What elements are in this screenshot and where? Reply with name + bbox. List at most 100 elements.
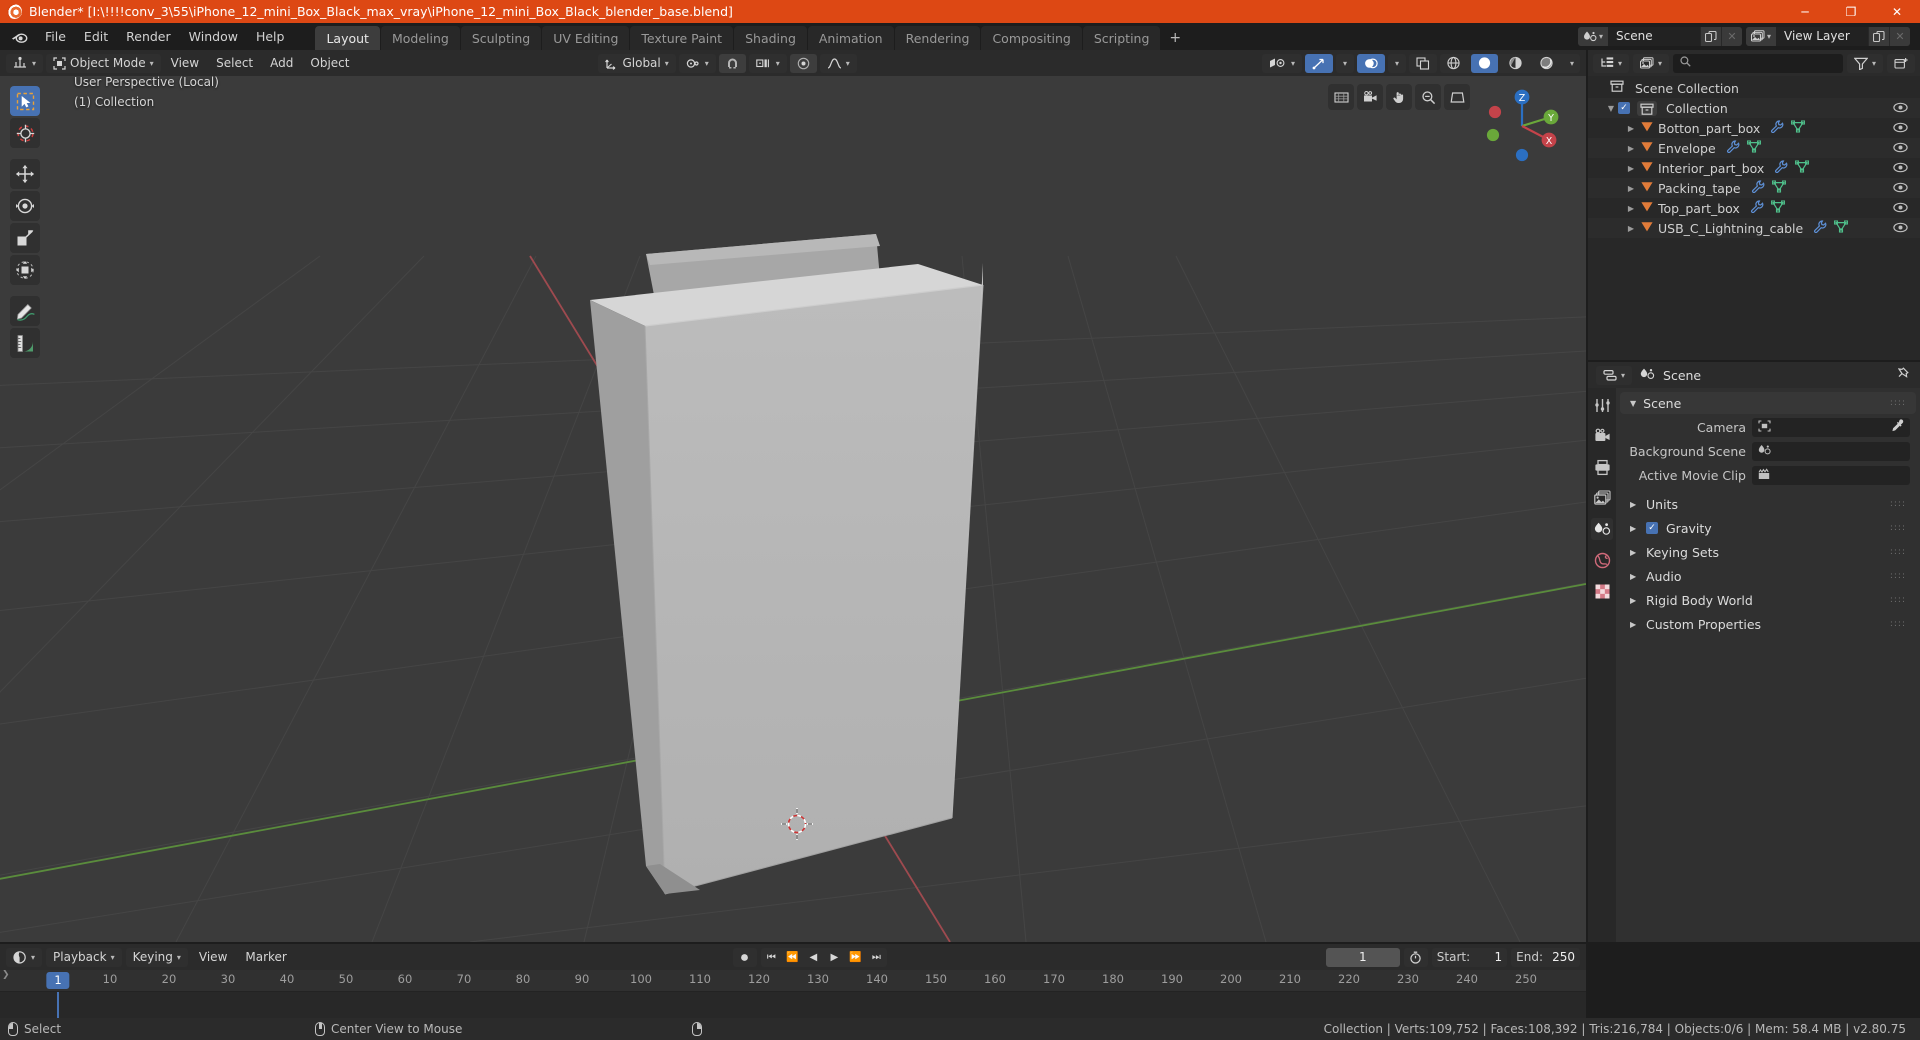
editor-type-timeline-icon[interactable]: ▾	[6, 947, 43, 967]
mesh-data-icon[interactable]	[1791, 120, 1806, 136]
play-reverse-button[interactable]: ◀	[803, 948, 824, 967]
visibility-eye-icon[interactable]	[1893, 201, 1908, 216]
visibility-eye-icon[interactable]	[1893, 101, 1908, 116]
shading-options-dropdown[interactable]: ▾	[1564, 54, 1580, 73]
pin-icon[interactable]	[1897, 366, 1912, 384]
auto-keying-button[interactable]	[732, 947, 757, 967]
view-layer-icon[interactable]: ▾	[1746, 27, 1776, 46]
tab-sculpting[interactable]: Sculpting	[460, 26, 542, 52]
frame-end-field[interactable]: End: 250	[1511, 947, 1580, 967]
visibility-eye-icon[interactable]	[1893, 181, 1908, 196]
wrench-icon[interactable]	[1813, 220, 1827, 236]
maximize-button[interactable]: ❐	[1828, 0, 1874, 23]
properties-tab-render[interactable]	[1591, 425, 1613, 447]
gravity-panel-row[interactable]: ▶ ✓ Gravity ::::	[1620, 516, 1916, 540]
outliner-filter-button[interactable]: ▾	[1846, 53, 1883, 73]
new-view-layer-button[interactable]	[1868, 27, 1889, 46]
rotate-tool[interactable]	[10, 191, 40, 221]
current-frame-field[interactable]: 1	[1325, 947, 1400, 967]
scene-datablock[interactable]: ▾ Scene ✕	[1578, 27, 1742, 46]
gizmo-toggle[interactable]	[1304, 53, 1333, 73]
editor-type-outliner-icon[interactable]: ▾	[1593, 53, 1630, 73]
cursor-tool[interactable]	[10, 118, 40, 148]
unlink-scene-button[interactable]: ✕	[1721, 27, 1742, 46]
viewport-menu-add[interactable]: Add	[263, 54, 300, 73]
units-panel-row[interactable]: ▶ Units ::::	[1620, 492, 1916, 516]
rigid-body-world-panel-row[interactable]: ▶ Rigid Body World ::::	[1620, 588, 1916, 612]
tab-modeling[interactable]: Modeling	[380, 26, 460, 52]
outliner-row-envelope[interactable]: ▶ Envelope	[1588, 138, 1920, 158]
shading-solid-button[interactable]	[1470, 53, 1498, 73]
annotate-tool[interactable]	[10, 296, 40, 326]
new-collection-button[interactable]	[1887, 53, 1915, 73]
properties-tab-view-layer[interactable]	[1591, 487, 1613, 509]
collection-checkbox[interactable]: ✓	[1618, 102, 1630, 114]
overlays-toggle[interactable]	[1356, 53, 1385, 73]
wrench-icon[interactable]	[1750, 200, 1764, 216]
viewport-menu-select[interactable]: Select	[209, 54, 260, 73]
properties-tab-output[interactable]	[1591, 456, 1613, 478]
toggle-perspective-icon[interactable]	[1444, 84, 1470, 110]
disclosure-triangle-icon[interactable]: ▶	[1624, 124, 1638, 133]
tab-shading[interactable]: Shading	[734, 26, 807, 52]
wrench-icon[interactable]	[1726, 140, 1740, 156]
shading-material-preview-button[interactable]	[1502, 54, 1529, 73]
outliner-row-top-part-box[interactable]: ▶ Top_part_box	[1588, 198, 1920, 218]
camera-view-icon[interactable]	[1357, 84, 1383, 110]
properties-tab-texture[interactable]	[1591, 580, 1613, 602]
proportional-falloff-selector[interactable]: ▾	[819, 53, 857, 73]
pivot-point-selector[interactable]: ▾	[678, 53, 716, 73]
tab-animation[interactable]: Animation	[807, 26, 894, 52]
3d-viewport[interactable]: ▾ Object Mode ▾ View Select Add Object G…	[0, 50, 1586, 942]
keying-sets-panel-row[interactable]: ▶ Keying Sets ::::	[1620, 540, 1916, 564]
jump-to-next-keyframe-button[interactable]: ⏩	[845, 948, 866, 967]
view-axis-gizmo[interactable]: Z Y X	[1480, 84, 1564, 168]
blender-menu-logo-icon[interactable]	[8, 28, 30, 46]
view-layer-name[interactable]: View Layer	[1776, 27, 1868, 46]
scale-tool[interactable]	[10, 223, 40, 253]
visibility-eye-icon[interactable]	[1893, 141, 1908, 156]
disclosure-triangle-icon[interactable]: ▶	[1624, 144, 1638, 153]
wrench-icon[interactable]	[1774, 160, 1788, 176]
new-scene-button[interactable]	[1700, 27, 1721, 46]
properties-editor[interactable]: ▾ Scene ▼ Scene:::: Camera Background S…	[1588, 362, 1920, 942]
custom-properties-panel-row[interactable]: ▶ Custom Properties ::::	[1620, 612, 1916, 636]
snap-toggle[interactable]	[718, 53, 746, 73]
view-layer-datablock[interactable]: ▾ View Layer ✕	[1746, 27, 1910, 46]
object-types-visibility-icon[interactable]: ▾	[1261, 53, 1302, 73]
gizmo-options-dropdown[interactable]: ▾	[1335, 53, 1354, 73]
add-workspace-button[interactable]: +	[1161, 25, 1189, 52]
shading-rendered-button[interactable]	[1533, 54, 1560, 73]
outliner-display-mode-selector[interactable]: ▾	[1633, 53, 1670, 73]
properties-tab-scene[interactable]	[1591, 518, 1613, 540]
mesh-data-icon[interactable]	[1795, 160, 1810, 176]
audio-panel-row[interactable]: ▶ Audio ::::	[1620, 564, 1916, 588]
timeline-track-area[interactable]: ❯	[0, 970, 1586, 1018]
eyedropper-icon[interactable]	[1891, 419, 1904, 435]
timeline-playhead[interactable]	[57, 992, 59, 1018]
outliner-editor[interactable]: ▾ ▾ ▾ Scene Collection ▼ ✓ Collection ▶ …	[1588, 50, 1920, 360]
wrench-icon[interactable]	[1751, 180, 1765, 196]
properties-tab-world[interactable]	[1591, 549, 1613, 571]
zoom-view-icon[interactable]	[1415, 84, 1441, 110]
snap-target-selector[interactable]: ▾	[748, 53, 787, 73]
timeline-ruler[interactable]: 1 10 20 30 40 50 60 70 80 90 100 110 120…	[0, 970, 1586, 992]
overlays-options-dropdown[interactable]: ▾	[1387, 53, 1406, 73]
jump-to-start-button[interactable]: ⏮	[761, 948, 782, 967]
editor-type-3dview-icon[interactable]: ▾	[6, 53, 44, 73]
proportional-edit-toggle[interactable]	[789, 53, 817, 73]
background-scene-field[interactable]	[1752, 441, 1910, 461]
outliner-row-collection[interactable]: ▼ ✓ Collection	[1588, 98, 1920, 118]
timeline-editor[interactable]: ▾ Playback ▾ Keying ▾ View Marker ⏮ ⏪ ◀ …	[0, 944, 1586, 1018]
transform-tool[interactable]	[10, 255, 40, 285]
wrench-icon[interactable]	[1770, 120, 1784, 136]
transform-orientation-selector[interactable]: Global ▾	[598, 53, 676, 73]
menu-edit[interactable]: Edit	[75, 26, 117, 47]
viewport-menu-object[interactable]: Object	[303, 54, 356, 73]
move-tool[interactable]	[10, 159, 40, 189]
outliner-search-input[interactable]	[1673, 53, 1843, 73]
timeline-menu-view[interactable]: View	[192, 948, 234, 967]
camera-field[interactable]	[1752, 417, 1910, 437]
remove-view-layer-button[interactable]: ✕	[1889, 27, 1910, 46]
timeline-menu-keying[interactable]: Keying ▾	[125, 947, 188, 967]
